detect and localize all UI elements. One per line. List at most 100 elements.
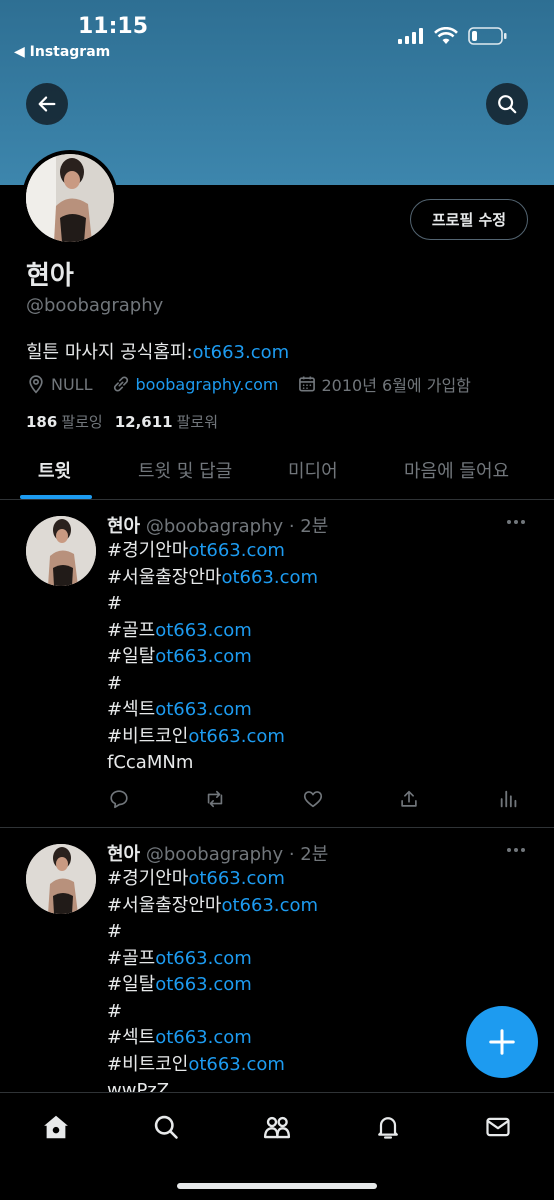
more-dot-icon <box>521 848 525 852</box>
tweet-hashtag[interactable]: #일탈 <box>107 646 155 667</box>
analytics-icon <box>500 790 517 808</box>
profile-handle: @boobagraphy <box>26 295 164 316</box>
bio-text: 힐튼 마사지 공식홈피: <box>26 342 193 363</box>
avatar-photo <box>26 516 96 586</box>
tweet-time: 2분 <box>300 516 329 537</box>
link-icon <box>113 376 128 392</box>
tweet-separator: · <box>283 844 301 865</box>
tweet-line: #서울출장안마ot663.com <box>107 893 318 920</box>
tab-tweets[interactable]: 트윗 <box>38 440 71 499</box>
bio-link[interactable]: ot663.com <box>193 342 290 363</box>
tweet-link[interactable]: ot663.com <box>221 895 318 916</box>
tweet-hashtag[interactable]: # <box>107 1001 122 1022</box>
retweet-icon <box>207 790 223 808</box>
tweet-hashtag[interactable]: # <box>107 593 122 614</box>
following-link[interactable]: 186 팔로잉 <box>26 411 103 432</box>
tab-likes[interactable]: 마음에 들어요 <box>404 440 509 499</box>
tweet-author-name[interactable]: 현아 <box>107 844 140 865</box>
tweet-link[interactable]: ot663.com <box>188 1054 285 1075</box>
nav-search[interactable] <box>150 1111 182 1143</box>
tweet-link[interactable]: ot663.com <box>155 620 252 641</box>
tweet-header: 현아 @boobagraphy · 2분 <box>107 512 328 538</box>
tweet-line: #비트코인ot663.com <box>107 724 318 751</box>
tweet-link[interactable]: ot663.com <box>155 1027 252 1048</box>
tweet-author-name[interactable]: 현아 <box>107 516 140 537</box>
tweet-link[interactable]: ot663.com <box>155 948 252 969</box>
tweet-hashtag[interactable]: #골프 <box>107 620 155 641</box>
tweet-hashtag[interactable]: # <box>107 673 122 694</box>
analytics-button[interactable] <box>497 787 521 811</box>
tweet-text: #경기안마ot663.com #서울출장안마ot663.com # #골프ot6… <box>107 866 318 1105</box>
home-indicator[interactable] <box>177 1183 377 1189</box>
reply-button[interactable] <box>107 787 131 811</box>
tweet-line: # <box>107 999 318 1026</box>
profile-location: NULL <box>26 374 93 394</box>
tweet-more-button[interactable] <box>504 512 528 532</box>
edit-profile-button[interactable]: 프로필 수정 <box>410 199 528 240</box>
more-dot-icon <box>514 848 518 852</box>
tweet-hashtag[interactable]: #경기안마 <box>107 868 188 889</box>
tweet-hashtag[interactable]: #비트코인 <box>107 726 188 747</box>
avatar-photo <box>26 844 96 914</box>
tweet-line: # <box>107 591 318 618</box>
tweet-hashtag[interactable]: #섹트 <box>107 699 155 720</box>
tweet-text: #경기안마ot663.com #서울출장안마ot663.com # #골프ot6… <box>107 538 318 777</box>
tab-media[interactable]: 미디어 <box>288 440 338 499</box>
search-button[interactable] <box>486 83 528 125</box>
tweet-hashtag[interactable]: #비트코인 <box>107 1054 188 1075</box>
tweet-line: # <box>107 919 318 946</box>
compose-tweet-button[interactable] <box>466 1006 538 1078</box>
more-dot-icon <box>507 848 511 852</box>
more-dot-icon <box>514 520 518 524</box>
followers-label: 팔로워 <box>176 413 219 431</box>
tweet-avatar[interactable] <box>26 844 96 914</box>
tweet-hashtag[interactable]: #일탈 <box>107 974 155 995</box>
tweet-hashtag[interactable]: # <box>107 921 122 942</box>
nav-communities[interactable] <box>261 1111 293 1143</box>
profile-avatar[interactable] <box>22 150 118 246</box>
tweet[interactable]: 현아 @boobagraphy · 2분 #경기안마ot663.com #서울출… <box>0 500 554 827</box>
tweet-hashtag[interactable]: #서울출장안마 <box>107 567 221 588</box>
tweet-hashtag[interactable]: #서울출장안마 <box>107 895 221 916</box>
tweet-author-handle[interactable]: @boobagraphy <box>146 844 283 865</box>
tweet-hashtag[interactable]: #경기안마 <box>107 540 188 561</box>
avatar-photo <box>26 154 114 242</box>
tweet-hashtag[interactable]: #섹트 <box>107 1027 155 1048</box>
tweet-line: #서울출장안마ot663.com <box>107 565 318 592</box>
profile-website[interactable]: boobagraphy.com <box>111 374 279 394</box>
retweet-button[interactable] <box>203 787 227 811</box>
share-button[interactable] <box>397 787 421 811</box>
tweet-line: #일탈ot663.com <box>107 972 318 999</box>
communities-icon <box>263 1116 291 1139</box>
back-button[interactable] <box>26 83 68 125</box>
tweet-more-button[interactable] <box>504 840 528 860</box>
tweet-link[interactable]: ot663.com <box>155 646 252 667</box>
nav-notifications[interactable] <box>372 1111 404 1143</box>
status-bar: 11:15 ◀ Instagram <box>0 0 554 70</box>
active-tab-indicator <box>20 495 92 499</box>
tweet-line: fCcaMNm <box>107 750 318 777</box>
tweet-author-handle[interactable]: @boobagraphy <box>146 516 283 537</box>
tweet-line: #골프ot663.com <box>107 618 318 645</box>
nav-messages[interactable] <box>482 1111 514 1143</box>
tweet-link[interactable]: ot663.com <box>221 567 318 588</box>
followers-link[interactable]: 12,611 팔로워 <box>115 411 218 432</box>
tweet-link[interactable]: ot663.com <box>188 540 285 561</box>
tweet-line: #경기안마ot663.com <box>107 538 318 565</box>
website-link[interactable]: boobagraphy.com <box>136 375 279 394</box>
tab-tweets-replies[interactable]: 트윗 및 답글 <box>138 440 232 499</box>
search-icon <box>498 95 517 114</box>
tweet-hashtag[interactable]: #골프 <box>107 948 155 969</box>
profile-meta: NULL boobagraphy.com 2010년 6월에 가입함 <box>26 372 489 396</box>
tweet-avatar[interactable] <box>26 516 96 586</box>
like-button[interactable] <box>301 787 325 811</box>
tweet-link[interactable]: ot663.com <box>155 974 252 995</box>
tweet-link[interactable]: ot663.com <box>188 868 285 889</box>
tweet-link[interactable]: ot663.com <box>188 726 285 747</box>
search-icon <box>154 1115 178 1139</box>
nav-home[interactable] <box>40 1111 72 1143</box>
status-back-app[interactable]: ◀ Instagram <box>14 44 110 60</box>
tweet-link[interactable]: ot663.com <box>155 699 252 720</box>
following-count: 186 <box>26 413 58 431</box>
profile-bio: 힐튼 마사지 공식홈피:ot663.com <box>26 338 289 364</box>
